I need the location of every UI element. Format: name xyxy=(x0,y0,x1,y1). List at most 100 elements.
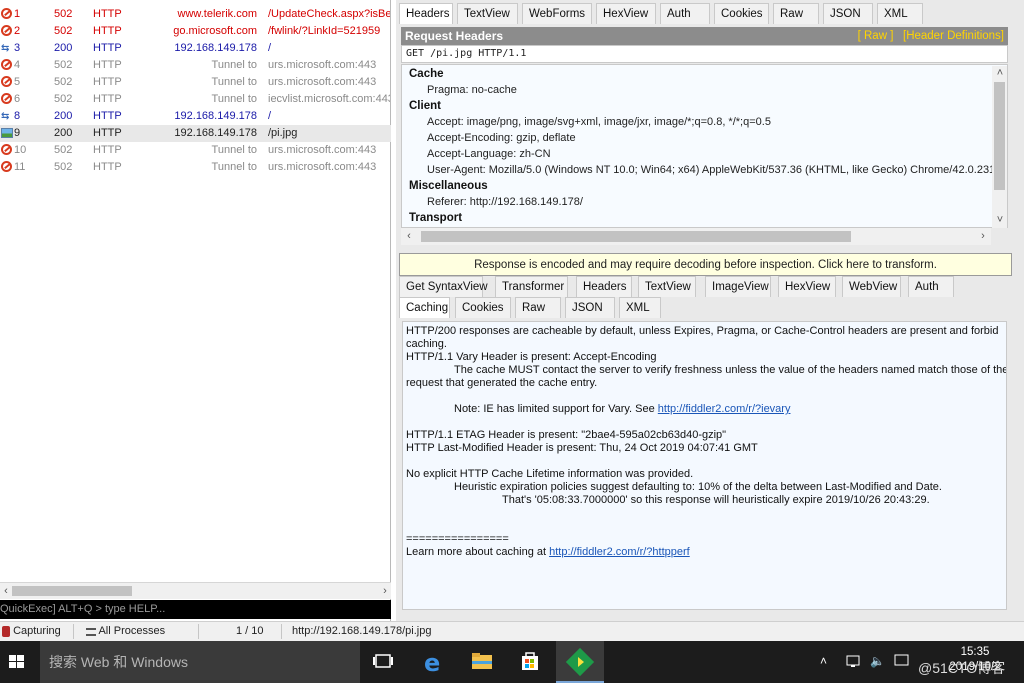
show-hidden-icons[interactable]: ˄ xyxy=(820,654,827,673)
session-protocol: HTTP xyxy=(93,42,122,54)
svg-text:e: e xyxy=(424,649,440,677)
session-number: 4 xyxy=(14,59,21,71)
blocked-icon xyxy=(1,25,13,38)
scroll-right-icon[interactable]: › xyxy=(379,583,391,599)
volume-icon[interactable]: 🔈 xyxy=(870,654,885,673)
response-encoded-notice[interactable]: Response is encoded and may require deco… xyxy=(399,253,1012,276)
tab-response-caching[interactable]: Caching xyxy=(399,297,450,318)
session-protocol: HTTP xyxy=(93,93,122,105)
network-icon[interactable] xyxy=(846,654,862,673)
session-row[interactable]: ⇆ 3 200 HTTP 192.168.149.178 / xyxy=(0,40,391,57)
store-button[interactable] xyxy=(506,641,554,683)
tab-response-textview[interactable]: TextView xyxy=(638,276,696,297)
scroll-right-icon[interactable]: › xyxy=(977,228,989,244)
httpperf-link[interactable]: http://fiddler2.com/r/?httpperf xyxy=(549,546,690,558)
session-row[interactable]: ⇆ 8 200 HTTP 192.168.149.178 / xyxy=(0,108,391,125)
tab-response-syntaxview[interactable]: Get SyntaxView xyxy=(399,276,488,297)
header-accept-encoding[interactable]: Accept-Encoding: gzip, deflate xyxy=(427,130,576,146)
taskbar-search-box[interactable]: 搜索 Web 和 Windows xyxy=(40,641,360,683)
session-host: www.telerik.com xyxy=(177,8,257,20)
session-row[interactable]: 10 502 HTTP Tunnel to urs.microsoft.com:443 xyxy=(0,142,391,159)
sessions-horizontal-scrollbar[interactable]: ‹ › xyxy=(0,582,391,599)
capturing-toggle[interactable]: Capturing xyxy=(2,622,72,641)
session-number: 1 xyxy=(14,8,21,20)
session-row[interactable]: 6 502 HTTP Tunnel to iecvlist.microsoft.com:… xyxy=(0,91,391,108)
tab-request-textview[interactable]: TextView xyxy=(457,3,518,24)
tab-response-headers[interactable]: Headers xyxy=(576,276,632,297)
status-bar: Capturing All Processes 1 / 10 http://19… xyxy=(0,621,1024,641)
session-count: 1 / 10 xyxy=(236,625,264,637)
tab-request-hexview[interactable]: HexView xyxy=(596,3,656,24)
tab-request-xml[interactable]: XML xyxy=(877,3,923,24)
session-row[interactable]: 5 502 HTTP Tunnel to urs.microsoft.com:443 xyxy=(0,74,391,91)
tab-response-cookies[interactable]: Cookies xyxy=(455,297,511,318)
blocked-icon xyxy=(1,59,13,72)
ievary-link[interactable]: http://fiddler2.com/r/?ievary xyxy=(658,403,791,415)
session-result: 502 xyxy=(54,161,73,173)
edge-browser-button[interactable]: e xyxy=(410,641,458,683)
session-row[interactable]: 2 502 HTTP go.microsoft.com/fwlink/?LinkId=… xyxy=(0,23,391,40)
fiddler-taskbar-button[interactable] xyxy=(556,641,604,683)
arrows-icon: ⇆ xyxy=(1,111,9,122)
processes-icon xyxy=(86,628,96,636)
scrollbar-thumb[interactable] xyxy=(12,586,132,596)
tab-response-json[interactable]: JSON xyxy=(565,297,615,318)
header-user-agent[interactable]: User-Agent: Mozilla/5.0 (Windows NT 10.0… xyxy=(427,162,1000,178)
notification-icon[interactable] xyxy=(894,654,910,673)
tab-response-webview[interactable]: WebView xyxy=(842,276,901,297)
group-client[interactable]: Client xyxy=(409,98,441,114)
sessions-pane: 1 502 HTTP www.telerik.com/UpdateCheck.aspx… xyxy=(0,0,391,621)
file-explorer-button[interactable] xyxy=(458,641,506,683)
tab-request-headers[interactable]: Headers xyxy=(399,3,453,24)
header-accept[interactable]: Accept: image/png, image/svg+xml, image/… xyxy=(427,114,771,130)
tab-request-webforms[interactable]: WebForms xyxy=(522,3,592,24)
session-row[interactable]: 11 502 HTTP Tunnel to urs.microsoft.com:443 xyxy=(0,159,391,176)
request-line: GET /pi.jpg HTTP/1.1 xyxy=(401,45,1008,63)
raw-link[interactable]: [ Raw ] xyxy=(858,30,894,42)
caching-info-panel: HTTP/200 responses are cacheable by defa… xyxy=(402,321,1007,610)
selected-url: http://192.168.149.178/pi.jpg xyxy=(292,625,432,637)
request-vertical-scrollbar[interactable]: ˄ ˅ xyxy=(992,66,1007,228)
request-horizontal-scrollbar[interactable]: ‹ › xyxy=(401,228,991,245)
caching-line: That's '05:08:33.7000000' so this respon… xyxy=(502,494,930,506)
header-pragma[interactable]: Pragma: no-cache xyxy=(427,82,517,98)
tab-request-json[interactable]: JSON xyxy=(823,3,873,24)
scroll-left-icon[interactable]: ‹ xyxy=(0,583,12,599)
session-row[interactable]: 9 200 HTTP 192.168.149.178/pi.jpg xyxy=(0,125,391,142)
session-row[interactable]: 1 502 HTTP www.telerik.com/UpdateCheck.aspx… xyxy=(0,6,391,23)
session-protocol: HTTP xyxy=(93,110,122,122)
tab-response-raw[interactable]: Raw xyxy=(515,297,561,318)
request-headers-title-bar: Request Headers [ Raw ] [Header Definiti… xyxy=(401,27,1008,45)
session-number: 10 xyxy=(14,144,27,156)
tab-response-transformer[interactable]: Transformer xyxy=(495,276,568,297)
group-miscellaneous[interactable]: Miscellaneous xyxy=(409,178,488,194)
tab-request-cookies[interactable]: Cookies xyxy=(714,3,769,24)
header-definitions-link[interactable]: [Header Definitions] xyxy=(903,30,1004,42)
caching-line: The cache MUST contact the server to ver… xyxy=(454,364,1007,376)
tab-response-imageview[interactable]: ImageView xyxy=(705,276,771,297)
fiddler-icon xyxy=(565,647,595,677)
store-icon xyxy=(522,652,538,670)
process-filter[interactable]: All Processes xyxy=(86,622,196,641)
task-view-button[interactable] xyxy=(360,641,408,683)
start-button[interactable] xyxy=(0,641,40,683)
scrollbar-thumb[interactable] xyxy=(994,82,1005,190)
header-referer[interactable]: Referer: http://192.168.149.178/ xyxy=(427,194,583,210)
tab-request-raw[interactable]: Raw xyxy=(773,3,819,24)
scrollbar-thumb[interactable] xyxy=(421,231,851,242)
tab-response-auth[interactable]: Auth xyxy=(908,276,954,297)
group-cache[interactable]: Cache xyxy=(409,66,444,82)
scroll-down-icon[interactable]: ˅ xyxy=(994,212,1006,228)
scroll-up-icon[interactable]: ˄ xyxy=(994,65,1006,81)
quickexec-input[interactable]: QuickExec] ALT+Q > type HELP... xyxy=(0,600,391,619)
scroll-left-icon[interactable]: ‹ xyxy=(403,228,415,244)
tab-response-xml[interactable]: XML xyxy=(619,297,661,318)
tab-request-auth[interactable]: Auth xyxy=(660,3,710,24)
tab-response-hexview[interactable]: HexView xyxy=(778,276,836,297)
header-accept-language[interactable]: Accept-Language: zh-CN xyxy=(427,146,551,162)
session-result: 502 xyxy=(54,93,73,105)
group-transport[interactable]: Transport xyxy=(409,210,462,226)
inspectors-pane: Headers TextView WebForms HexView Auth C… xyxy=(396,0,1024,621)
session-row[interactable]: 4 502 HTTP Tunnel to urs.microsoft.com:443 xyxy=(0,57,391,74)
session-host: Tunnel to xyxy=(211,76,257,88)
